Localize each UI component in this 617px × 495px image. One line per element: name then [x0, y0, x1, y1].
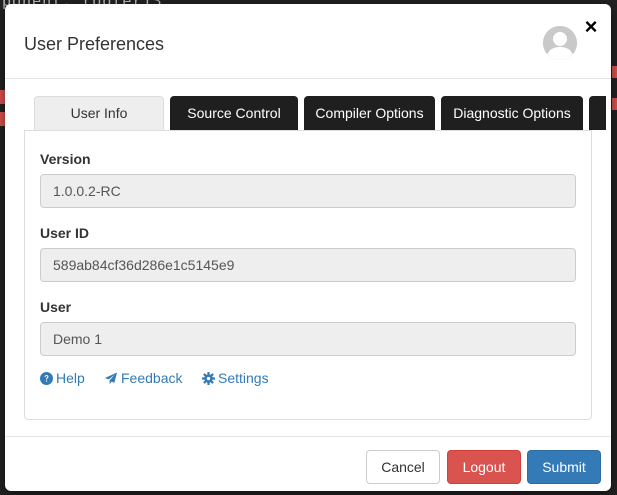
tab-source-control[interactable]: Source Control	[170, 96, 298, 130]
preferences-tabs: User Info Source Control Compiler Option…	[34, 96, 606, 130]
logout-button[interactable]: Logout	[447, 450, 521, 484]
gear-icon	[202, 372, 215, 385]
modal-header: User Preferences ×	[5, 4, 611, 79]
version-field: 1.0.0.2-RC	[40, 174, 576, 208]
user-label: User	[40, 299, 72, 315]
background-accent	[612, 66, 617, 78]
settings-link-label: Settings	[218, 370, 269, 386]
paper-plane-icon	[104, 372, 118, 385]
feedback-link[interactable]: Feedback	[104, 370, 182, 386]
user-avatar-icon[interactable]	[543, 26, 577, 60]
tab-diagnostic-options[interactable]: Diagnostic Options	[441, 96, 583, 130]
user-field: Demo 1	[40, 322, 576, 356]
tab-overflow[interactable]	[589, 96, 606, 130]
cancel-button[interactable]: Cancel	[366, 450, 440, 484]
background-accent	[612, 98, 617, 110]
version-label: Version	[40, 151, 91, 167]
feedback-link-label: Feedback	[121, 370, 183, 386]
modal-footer: Cancel Logout Submit	[5, 436, 611, 491]
help-link-label: Help	[56, 370, 85, 386]
question-circle-icon	[40, 372, 53, 385]
modal-title: User Preferences	[24, 34, 165, 54]
help-link[interactable]: Help	[40, 370, 85, 386]
tab-compiler-options[interactable]: Compiler Options	[304, 96, 435, 130]
submit-button[interactable]: Submit	[527, 450, 601, 484]
settings-link[interactable]: Settings	[202, 370, 269, 386]
user-info-panel: Version 1.0.0.2-RC User ID 589ab84cf36d2…	[24, 130, 592, 420]
user-id-field: 589ab84cf36d286e1c5145e9	[40, 248, 576, 282]
user-preferences-modal: User Preferences × User Info Source Cont…	[5, 4, 611, 491]
tab-user-info[interactable]: User Info	[34, 96, 164, 130]
close-button[interactable]: ×	[581, 16, 601, 38]
user-id-label: User ID	[40, 225, 90, 241]
